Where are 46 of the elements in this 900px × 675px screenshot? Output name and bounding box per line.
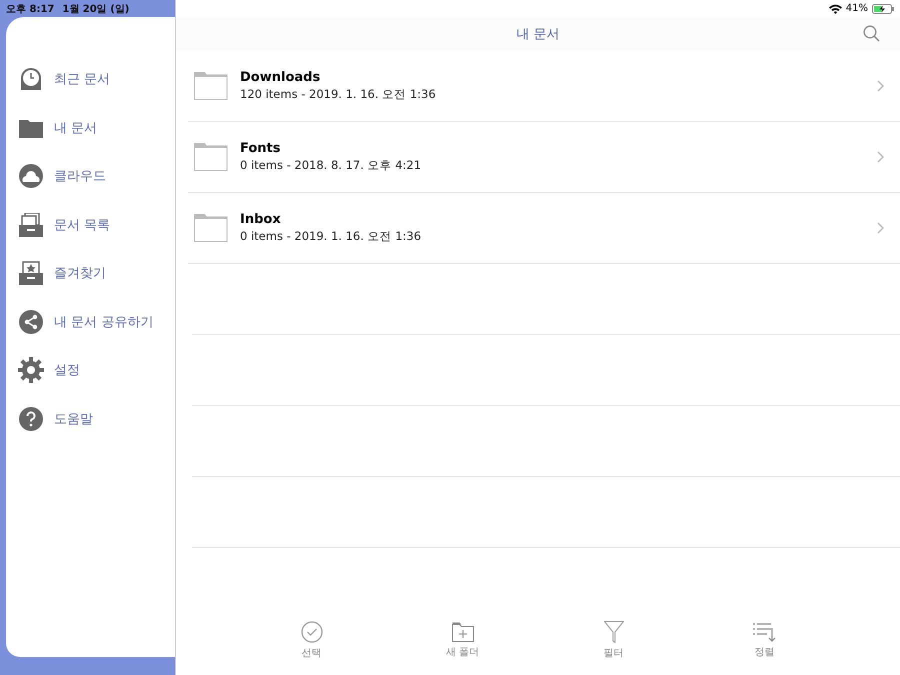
sidebar-item[interactable]: 최근 문서 <box>6 55 175 104</box>
nav-title: 내 문서 <box>516 26 560 43</box>
settings-icon <box>18 357 44 384</box>
sidebar-item[interactable]: 내 문서 공유하기 <box>6 298 175 346</box>
folder-name: Downloads <box>240 70 322 85</box>
folder-info: 120 items - 2019. 1. 16. 오전 1:36 <box>240 87 437 102</box>
share-icon <box>18 310 44 334</box>
folder-icon <box>194 72 228 100</box>
sidebar-item[interactable]: 클라우드 <box>6 152 175 200</box>
chevron-icon <box>877 80 884 92</box>
folder-row[interactable]: Inbox 0 items - 2019. 1. 16. 오전 1:36 <box>188 193 900 264</box>
battery-icon <box>872 4 894 14</box>
battery-percent: 41% <box>846 3 868 14</box>
tray-icon <box>18 212 44 237</box>
folder-row[interactable]: Downloads 120 items - 2019. 1. 16. 오전 1:36 <box>188 51 900 122</box>
filter-icon <box>604 620 624 642</box>
search-icon[interactable] <box>863 25 880 42</box>
folder-icon <box>18 118 44 138</box>
star-tray-icon <box>18 261 44 286</box>
wifi-icon <box>828 4 842 14</box>
folder-name: Fonts <box>240 141 282 156</box>
clock-icon <box>18 66 44 92</box>
sidebar-item[interactable]: 설정 <box>6 346 175 394</box>
sidebar-item[interactable]: 문서 목록 <box>6 200 175 249</box>
status-date: 1월 20일 (일) <box>62 2 130 16</box>
sidebar-item[interactable]: 내 문서 <box>6 104 175 152</box>
folder-icon <box>194 214 228 242</box>
check-circle-icon <box>300 620 322 642</box>
toolbar-button[interactable]: 새 폴더 <box>432 622 492 666</box>
sidebar-item[interactable]: 즐겨찾기 <box>6 249 175 298</box>
chevron-icon <box>877 222 884 234</box>
toolbar-button[interactable]: 필터 <box>584 620 644 668</box>
toolbar-button[interactable]: 선택 <box>282 620 342 668</box>
folder-row[interactable]: Fonts 0 items - 2018. 8. 17. 오후 4:21 <box>188 122 900 193</box>
folder-name: Inbox <box>240 212 282 227</box>
toolbar-button[interactable]: 정렬 <box>734 622 794 666</box>
folder-info: 0 items - 2018. 8. 17. 오후 4:21 <box>240 158 422 173</box>
cloud-icon <box>18 164 44 188</box>
sort-icon <box>752 622 776 642</box>
folder-info: 0 items - 2019. 1. 16. 오전 1:36 <box>240 229 422 244</box>
folder-icon <box>194 143 228 171</box>
new-folder-icon <box>452 622 474 642</box>
sidebar-item[interactable]: 도움말 <box>6 394 175 443</box>
chevron-icon <box>877 151 884 163</box>
help-icon <box>18 406 44 431</box>
status-time: 오후 8:17 <box>6 2 54 16</box>
